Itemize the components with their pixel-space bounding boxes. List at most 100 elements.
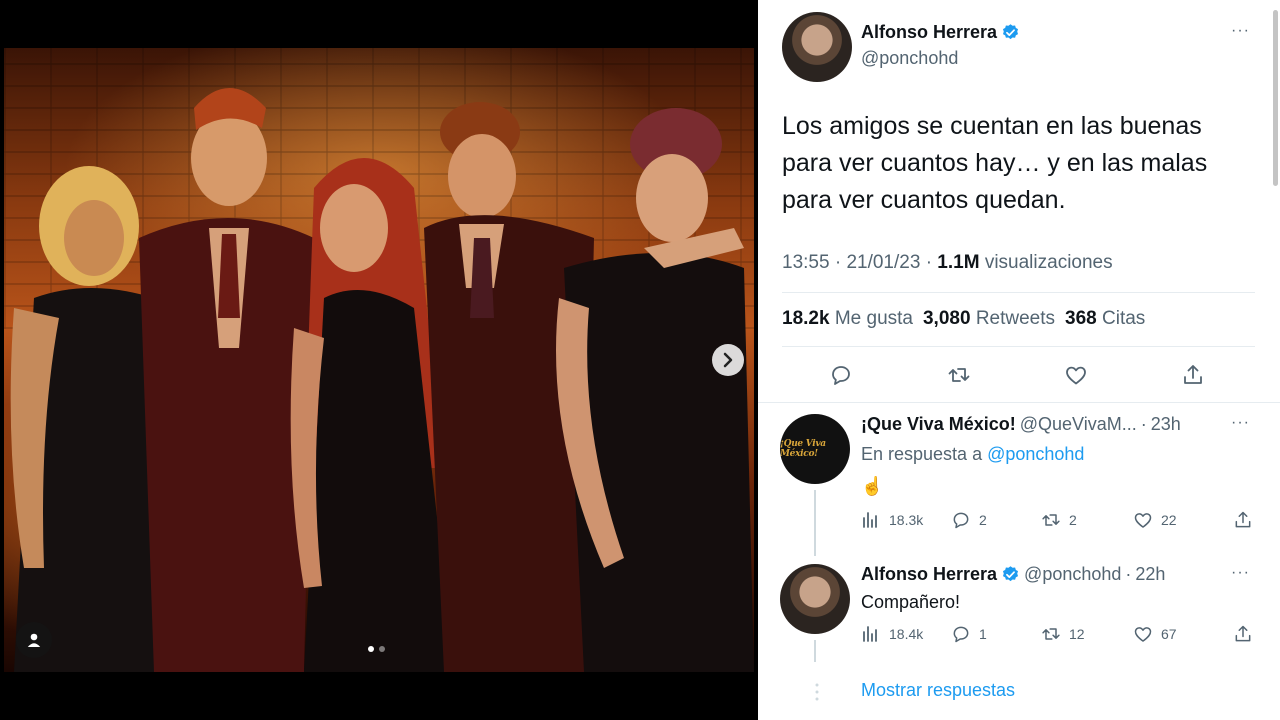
reply-action-bar: 18.3k 2 2 22 <box>861 510 1261 532</box>
in-reply-prefix: En respuesta a <box>861 444 983 464</box>
chevron-right-icon <box>723 352 733 368</box>
reply-tweet[interactable]: Alfonso Herrera @ponchohd · 22h Compañer… <box>780 564 1260 674</box>
show-replies-link[interactable]: Mostrar respuestas <box>861 680 1015 701</box>
quotes-label: Citas <box>1102 308 1146 329</box>
tweet-photo[interactable] <box>4 48 754 672</box>
like-icon <box>1134 627 1152 642</box>
views-label: visualizaciones <box>984 252 1113 273</box>
reply-author-handle[interactable]: @ponchohd <box>1024 564 1121 585</box>
reply-time[interactable]: 23h <box>1151 414 1181 435</box>
carousel-dot[interactable] <box>368 646 374 652</box>
views-count: 1.1M <box>937 252 980 273</box>
author-handle[interactable]: @ponchohd <box>861 48 958 69</box>
separator: · <box>925 252 933 273</box>
reply-header: Alfonso Herrera @ponchohd · 22h <box>861 564 1165 585</box>
reply-button[interactable]: 2 <box>951 510 987 530</box>
like-button[interactable]: 22 <box>1133 510 1177 530</box>
tweet-text: Los amigos se cuentan en las buenas para… <box>782 112 1208 214</box>
share-icon <box>1235 625 1251 642</box>
likes-label: Me gusta <box>834 308 913 329</box>
more-options-button[interactable]: ··· <box>1231 22 1250 40</box>
retweets-label: Retweets <box>975 308 1056 329</box>
quevivamexico-logo: ¡Que Viva México! <box>780 439 826 459</box>
share-button[interactable] <box>1233 510 1253 530</box>
reply-button[interactable]: 1 <box>951 624 987 644</box>
in-reply-to: En respuesta a @ponchohd <box>861 444 1084 465</box>
views-icon <box>863 626 877 642</box>
like-count: 67 <box>1161 626 1177 642</box>
like-icon <box>1066 366 1086 385</box>
thread-dots-icon <box>815 683 819 701</box>
retweet-button[interactable]: 12 <box>1041 624 1085 644</box>
reply-header: ¡Que Viva México! @QueVivaM... · 23h <box>861 414 1181 435</box>
reply-button[interactable] <box>826 360 856 390</box>
separator: · <box>1125 564 1132 584</box>
share-button[interactable] <box>1233 624 1253 644</box>
like-button[interactable] <box>1061 360 1091 390</box>
like-count: 22 <box>1161 512 1177 528</box>
tagged-users-button[interactable] <box>16 622 52 658</box>
retweet-icon <box>948 368 970 382</box>
divider <box>782 346 1255 347</box>
avatar[interactable] <box>782 12 852 82</box>
reply-text: Compañero! <box>861 592 961 612</box>
views-button[interactable]: 18.4k <box>861 624 923 644</box>
reply-author-name[interactable]: Alfonso Herrera <box>861 564 997 585</box>
carousel-indicator <box>368 646 385 652</box>
photo-figures <box>10 88 754 672</box>
share-button[interactable] <box>1178 360 1208 390</box>
retweet-button[interactable] <box>944 360 974 390</box>
user-icon <box>27 633 41 647</box>
retweet-count: 2 <box>1069 512 1077 528</box>
reply-tweet[interactable]: ¡Que Viva México! ¡Que Viva México! @Que… <box>780 414 1260 544</box>
separator: · <box>834 252 842 273</box>
quotes-stat[interactable]: 368 Citas <box>1065 308 1145 330</box>
reply-time[interactable]: 22h <box>1135 564 1165 585</box>
retweet-button[interactable]: 2 <box>1041 510 1077 530</box>
divider <box>782 292 1255 293</box>
author-name-text: Alfonso Herrera <box>861 22 998 42</box>
views-button[interactable]: 18.3k <box>861 510 923 530</box>
verified-icon <box>1003 566 1019 582</box>
reply-text: ☝️ <box>861 476 884 496</box>
reply-count: 1 <box>979 626 987 642</box>
reply-author-name[interactable]: ¡Que Viva México! <box>861 414 1016 435</box>
reply-author-handle[interactable]: @QueVivaM... <box>1020 414 1137 435</box>
tweet-meta: 13:55 · 21/01/23 · 1.1M visualizaciones <box>782 252 1113 274</box>
thread-connector <box>814 490 816 556</box>
retweet-icon <box>1042 514 1060 526</box>
divider <box>758 402 1280 403</box>
tweet-author: Alfonso Herrera @ponchohd <box>782 12 1262 82</box>
avatar[interactable]: ¡Que Viva México! <box>780 414 850 484</box>
tweet-action-bar <box>782 360 1252 390</box>
likes-stat[interactable]: 18.2k Me gusta <box>782 308 913 330</box>
views-icon <box>863 512 877 528</box>
retweets-count: 3,080 <box>922 308 971 329</box>
in-reply-handle-link[interactable]: @ponchohd <box>987 444 1084 464</box>
share-icon <box>1184 365 1202 384</box>
like-icon <box>1134 513 1152 528</box>
avatar[interactable] <box>780 564 850 634</box>
like-button[interactable]: 67 <box>1133 624 1177 644</box>
photo-viewer <box>0 0 758 720</box>
more-options-button[interactable]: ··· <box>1231 564 1250 582</box>
retweet-icon <box>1042 628 1060 640</box>
more-options-button[interactable]: ··· <box>1231 414 1250 432</box>
tweet-time[interactable]: 13:55 <box>782 252 830 273</box>
tweet-date[interactable]: 21/01/23 <box>846 252 920 273</box>
retweets-stat[interactable]: 3,080 Retweets <box>923 308 1055 330</box>
carousel-next-button[interactable] <box>712 344 744 376</box>
share-icon <box>1235 511 1251 528</box>
reply-icon <box>953 512 969 529</box>
thread-connector <box>814 640 816 662</box>
views-count: 18.4k <box>889 626 924 642</box>
carousel-dot[interactable] <box>379 646 385 652</box>
author-name[interactable]: Alfonso Herrera <box>861 22 1020 43</box>
tweet-stats: 18.2k Me gusta 3,080 Retweets 368 Citas <box>782 308 1145 330</box>
scrollbar[interactable] <box>1273 10 1278 186</box>
likes-count: 18.2k <box>782 308 830 329</box>
reply-icon <box>953 626 969 643</box>
reply-icon <box>832 366 850 385</box>
reply-action-bar: 18.4k 1 12 67 <box>861 624 1261 646</box>
reply-count: 2 <box>979 512 987 528</box>
